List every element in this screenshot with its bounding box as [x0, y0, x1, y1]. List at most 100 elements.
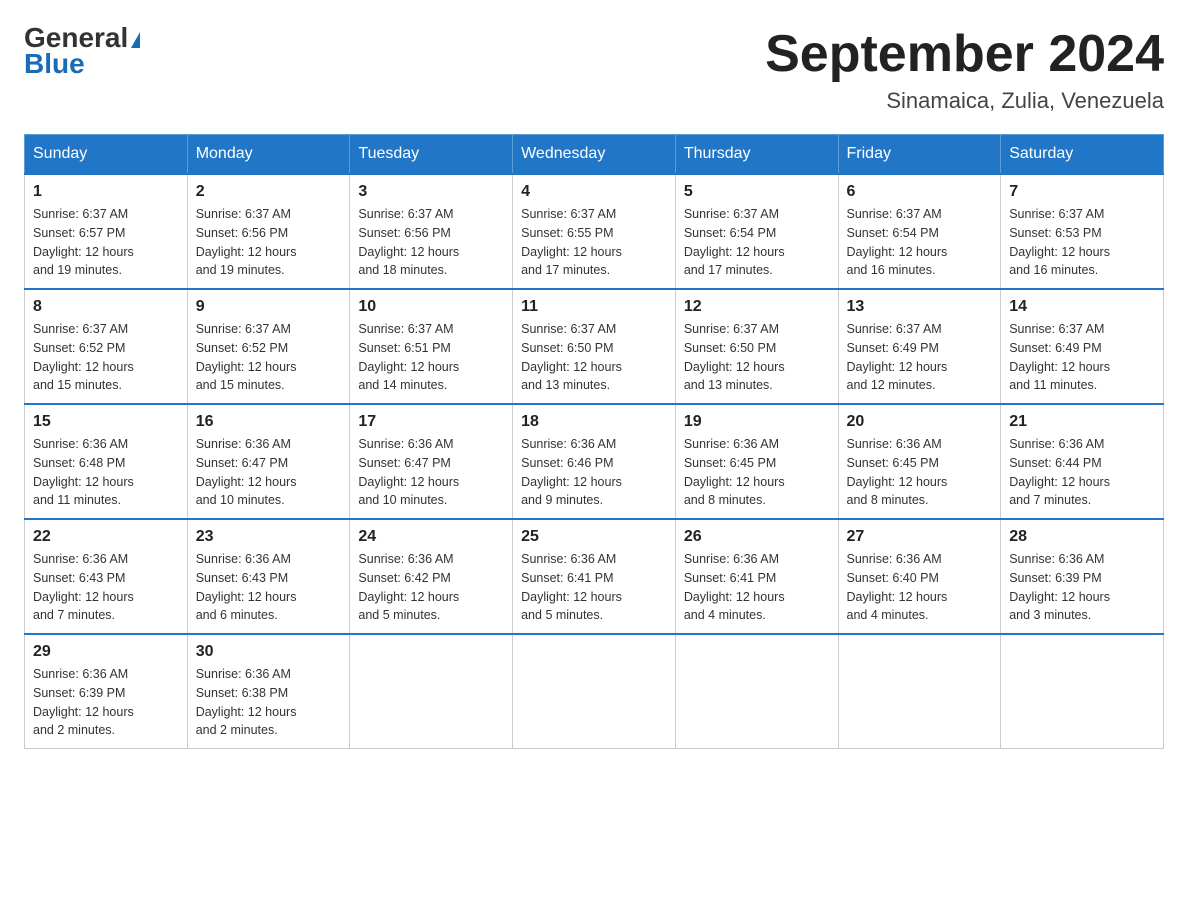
day-info: Sunrise: 6:36 AM Sunset: 6:43 PM Dayligh…: [33, 550, 179, 625]
day-info: Sunrise: 6:37 AM Sunset: 6:51 PM Dayligh…: [358, 320, 504, 395]
calendar-cell: 9 Sunrise: 6:37 AM Sunset: 6:52 PM Dayli…: [187, 289, 350, 404]
logo-blue: Blue: [24, 48, 85, 80]
calendar-header-wednesday: Wednesday: [513, 135, 676, 175]
calendar-cell: 29 Sunrise: 6:36 AM Sunset: 6:39 PM Dayl…: [25, 634, 188, 749]
calendar-cell: [838, 634, 1001, 749]
day-number: 5: [684, 183, 830, 201]
day-number: 4: [521, 183, 667, 201]
title-section: September 2024 Sinamaica, Zulia, Venezue…: [765, 24, 1164, 114]
calendar-cell: 11 Sunrise: 6:37 AM Sunset: 6:50 PM Dayl…: [513, 289, 676, 404]
calendar-cell: 3 Sunrise: 6:37 AM Sunset: 6:56 PM Dayli…: [350, 174, 513, 289]
calendar-cell: 6 Sunrise: 6:37 AM Sunset: 6:54 PM Dayli…: [838, 174, 1001, 289]
month-year-title: September 2024: [765, 24, 1164, 84]
day-info: Sunrise: 6:37 AM Sunset: 6:52 PM Dayligh…: [196, 320, 342, 395]
calendar-cell: 24 Sunrise: 6:36 AM Sunset: 6:42 PM Dayl…: [350, 519, 513, 634]
day-info: Sunrise: 6:36 AM Sunset: 6:38 PM Dayligh…: [196, 665, 342, 740]
calendar-cell: 17 Sunrise: 6:36 AM Sunset: 6:47 PM Dayl…: [350, 404, 513, 519]
day-number: 22: [33, 528, 179, 546]
calendar-cell: 26 Sunrise: 6:36 AM Sunset: 6:41 PM Dayl…: [675, 519, 838, 634]
calendar-week-row: 22 Sunrise: 6:36 AM Sunset: 6:43 PM Dayl…: [25, 519, 1164, 634]
day-info: Sunrise: 6:37 AM Sunset: 6:54 PM Dayligh…: [847, 205, 993, 280]
calendar-cell: 14 Sunrise: 6:37 AM Sunset: 6:49 PM Dayl…: [1001, 289, 1164, 404]
day-info: Sunrise: 6:36 AM Sunset: 6:40 PM Dayligh…: [847, 550, 993, 625]
day-info: Sunrise: 6:36 AM Sunset: 6:45 PM Dayligh…: [847, 435, 993, 510]
calendar-week-row: 1 Sunrise: 6:37 AM Sunset: 6:57 PM Dayli…: [25, 174, 1164, 289]
calendar-cell: 23 Sunrise: 6:36 AM Sunset: 6:43 PM Dayl…: [187, 519, 350, 634]
day-info: Sunrise: 6:36 AM Sunset: 6:48 PM Dayligh…: [33, 435, 179, 510]
day-info: Sunrise: 6:37 AM Sunset: 6:49 PM Dayligh…: [1009, 320, 1155, 395]
day-number: 27: [847, 528, 993, 546]
calendar-cell: 13 Sunrise: 6:37 AM Sunset: 6:49 PM Dayl…: [838, 289, 1001, 404]
day-number: 8: [33, 298, 179, 316]
calendar-header-tuesday: Tuesday: [350, 135, 513, 175]
day-info: Sunrise: 6:36 AM Sunset: 6:47 PM Dayligh…: [196, 435, 342, 510]
day-number: 16: [196, 413, 342, 431]
day-info: Sunrise: 6:37 AM Sunset: 6:50 PM Dayligh…: [521, 320, 667, 395]
calendar-cell: 1 Sunrise: 6:37 AM Sunset: 6:57 PM Dayli…: [25, 174, 188, 289]
day-info: Sunrise: 6:37 AM Sunset: 6:56 PM Dayligh…: [196, 205, 342, 280]
calendar-header-row: SundayMondayTuesdayWednesdayThursdayFrid…: [25, 135, 1164, 175]
day-number: 30: [196, 643, 342, 661]
calendar-header-monday: Monday: [187, 135, 350, 175]
day-info: Sunrise: 6:37 AM Sunset: 6:57 PM Dayligh…: [33, 205, 179, 280]
day-number: 23: [196, 528, 342, 546]
day-number: 20: [847, 413, 993, 431]
day-info: Sunrise: 6:36 AM Sunset: 6:39 PM Dayligh…: [1009, 550, 1155, 625]
calendar-cell: 22 Sunrise: 6:36 AM Sunset: 6:43 PM Dayl…: [25, 519, 188, 634]
calendar-cell: 27 Sunrise: 6:36 AM Sunset: 6:40 PM Dayl…: [838, 519, 1001, 634]
calendar-header-friday: Friday: [838, 135, 1001, 175]
day-info: Sunrise: 6:37 AM Sunset: 6:52 PM Dayligh…: [33, 320, 179, 395]
calendar-week-row: 29 Sunrise: 6:36 AM Sunset: 6:39 PM Dayl…: [25, 634, 1164, 749]
day-info: Sunrise: 6:37 AM Sunset: 6:54 PM Dayligh…: [684, 205, 830, 280]
day-info: Sunrise: 6:37 AM Sunset: 6:53 PM Dayligh…: [1009, 205, 1155, 280]
day-number: 18: [521, 413, 667, 431]
day-info: Sunrise: 6:37 AM Sunset: 6:56 PM Dayligh…: [358, 205, 504, 280]
calendar-cell: [350, 634, 513, 749]
calendar-cell: 21 Sunrise: 6:36 AM Sunset: 6:44 PM Dayl…: [1001, 404, 1164, 519]
logo: General Blue: [24, 24, 140, 80]
calendar-cell: 4 Sunrise: 6:37 AM Sunset: 6:55 PM Dayli…: [513, 174, 676, 289]
day-number: 15: [33, 413, 179, 431]
calendar-header-thursday: Thursday: [675, 135, 838, 175]
calendar-cell: 28 Sunrise: 6:36 AM Sunset: 6:39 PM Dayl…: [1001, 519, 1164, 634]
calendar-cell: 10 Sunrise: 6:37 AM Sunset: 6:51 PM Dayl…: [350, 289, 513, 404]
calendar-cell: 7 Sunrise: 6:37 AM Sunset: 6:53 PM Dayli…: [1001, 174, 1164, 289]
day-number: 11: [521, 298, 667, 316]
calendar-cell: 16 Sunrise: 6:36 AM Sunset: 6:47 PM Dayl…: [187, 404, 350, 519]
calendar-header-saturday: Saturday: [1001, 135, 1164, 175]
calendar-cell: 12 Sunrise: 6:37 AM Sunset: 6:50 PM Dayl…: [675, 289, 838, 404]
day-number: 14: [1009, 298, 1155, 316]
calendar-cell: [1001, 634, 1164, 749]
day-number: 19: [684, 413, 830, 431]
calendar-cell: 20 Sunrise: 6:36 AM Sunset: 6:45 PM Dayl…: [838, 404, 1001, 519]
location-subtitle: Sinamaica, Zulia, Venezuela: [765, 88, 1164, 114]
day-number: 7: [1009, 183, 1155, 201]
day-number: 25: [521, 528, 667, 546]
calendar-week-row: 15 Sunrise: 6:36 AM Sunset: 6:48 PM Dayl…: [25, 404, 1164, 519]
day-number: 24: [358, 528, 504, 546]
day-info: Sunrise: 6:37 AM Sunset: 6:55 PM Dayligh…: [521, 205, 667, 280]
calendar-cell: 30 Sunrise: 6:36 AM Sunset: 6:38 PM Dayl…: [187, 634, 350, 749]
day-info: Sunrise: 6:36 AM Sunset: 6:41 PM Dayligh…: [684, 550, 830, 625]
calendar-cell: 15 Sunrise: 6:36 AM Sunset: 6:48 PM Dayl…: [25, 404, 188, 519]
day-info: Sunrise: 6:37 AM Sunset: 6:49 PM Dayligh…: [847, 320, 993, 395]
calendar-cell: 2 Sunrise: 6:37 AM Sunset: 6:56 PM Dayli…: [187, 174, 350, 289]
day-info: Sunrise: 6:36 AM Sunset: 6:46 PM Dayligh…: [521, 435, 667, 510]
calendar-cell: [675, 634, 838, 749]
day-info: Sunrise: 6:37 AM Sunset: 6:50 PM Dayligh…: [684, 320, 830, 395]
day-number: 3: [358, 183, 504, 201]
day-number: 2: [196, 183, 342, 201]
calendar-cell: 5 Sunrise: 6:37 AM Sunset: 6:54 PM Dayli…: [675, 174, 838, 289]
calendar-table: SundayMondayTuesdayWednesdayThursdayFrid…: [24, 134, 1164, 749]
day-number: 17: [358, 413, 504, 431]
day-number: 28: [1009, 528, 1155, 546]
day-info: Sunrise: 6:36 AM Sunset: 6:41 PM Dayligh…: [521, 550, 667, 625]
calendar-cell: [513, 634, 676, 749]
day-number: 21: [1009, 413, 1155, 431]
day-number: 6: [847, 183, 993, 201]
day-info: Sunrise: 6:36 AM Sunset: 6:44 PM Dayligh…: [1009, 435, 1155, 510]
day-info: Sunrise: 6:36 AM Sunset: 6:42 PM Dayligh…: [358, 550, 504, 625]
calendar-header-sunday: Sunday: [25, 135, 188, 175]
day-number: 10: [358, 298, 504, 316]
day-info: Sunrise: 6:36 AM Sunset: 6:47 PM Dayligh…: [358, 435, 504, 510]
